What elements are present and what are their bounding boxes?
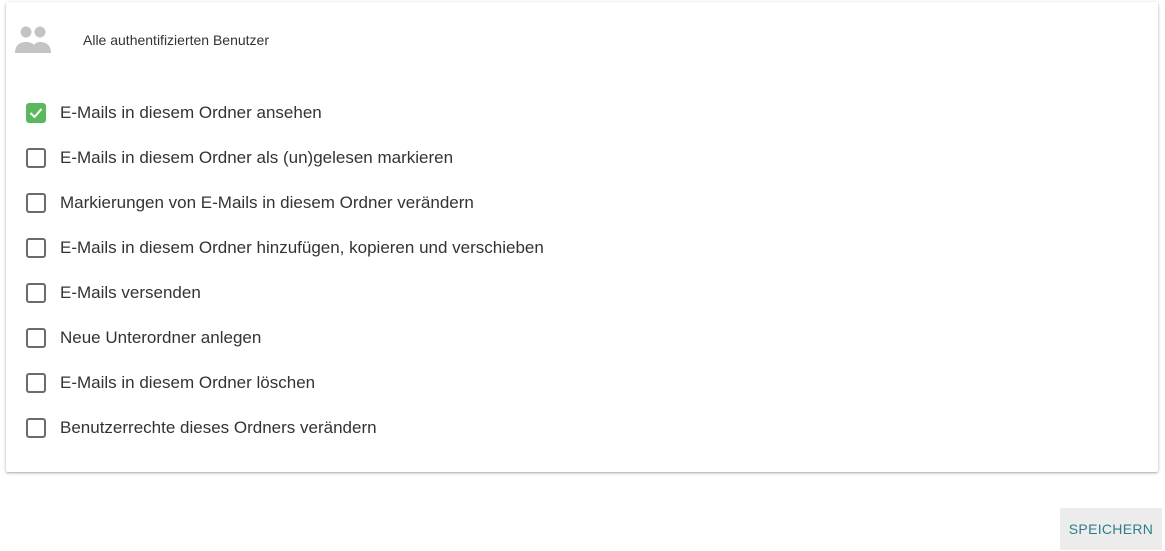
permission-label: E-Mails in diesem Ordner löschen [60, 372, 316, 392]
checkmark-icon [30, 108, 42, 118]
permission-item[interactable]: E-Mails versenden [26, 270, 544, 315]
permission-item[interactable]: Neue Unterordner anlegen [26, 315, 544, 360]
save-button[interactable]: SPEICHERN [1060, 508, 1162, 550]
checkbox[interactable] [26, 147, 46, 168]
people-icon [15, 26, 51, 53]
checkbox[interactable] [26, 192, 46, 213]
permission-item[interactable]: Benutzerrechte dieses Ordners verändern [26, 405, 544, 450]
checkbox[interactable] [26, 372, 46, 393]
permission-list: E-Mails in diesem Ordner ansehen E-Mails … [26, 90, 544, 450]
permission-label: Markierungen von E-Mails in diesem Ordne… [60, 192, 474, 212]
permission-label: E-Mails in diesem Ordner hinzufügen, kop… [60, 237, 544, 257]
permission-item[interactable]: E-Mails in diesem Ordner ansehen [26, 90, 544, 135]
checkbox[interactable] [26, 327, 46, 348]
permission-item[interactable]: E-Mails in diesem Ordner als (un)gelesen… [26, 135, 544, 180]
checkbox[interactable] [26, 417, 46, 438]
permissions-card: Alle authentifizierten Benutzer E-Mails … [6, 2, 1158, 472]
checkbox[interactable] [26, 282, 46, 303]
permission-item[interactable]: Markierungen von E-Mails in diesem Ordne… [26, 180, 544, 225]
permission-item[interactable]: E-Mails in diesem Ordner löschen [26, 360, 544, 405]
checkbox-checked[interactable] [26, 102, 46, 123]
permission-label: E-Mails in diesem Ordner ansehen [60, 102, 322, 122]
permission-label: E-Mails in diesem Ordner als (un)gelesen… [60, 147, 454, 167]
permission-label: E-Mails versenden [60, 282, 201, 302]
group-header: Alle authentifizierten Benutzer [14, 20, 269, 60]
permission-label: Neue Unterordner anlegen [60, 327, 262, 347]
permission-label: Benutzerrechte dieses Ordners verändern [60, 417, 377, 437]
group-name: Alle authentifizierten Benutzer [83, 32, 269, 48]
permission-item[interactable]: E-Mails in diesem Ordner hinzufügen, kop… [26, 225, 544, 270]
checkbox[interactable] [26, 237, 46, 258]
